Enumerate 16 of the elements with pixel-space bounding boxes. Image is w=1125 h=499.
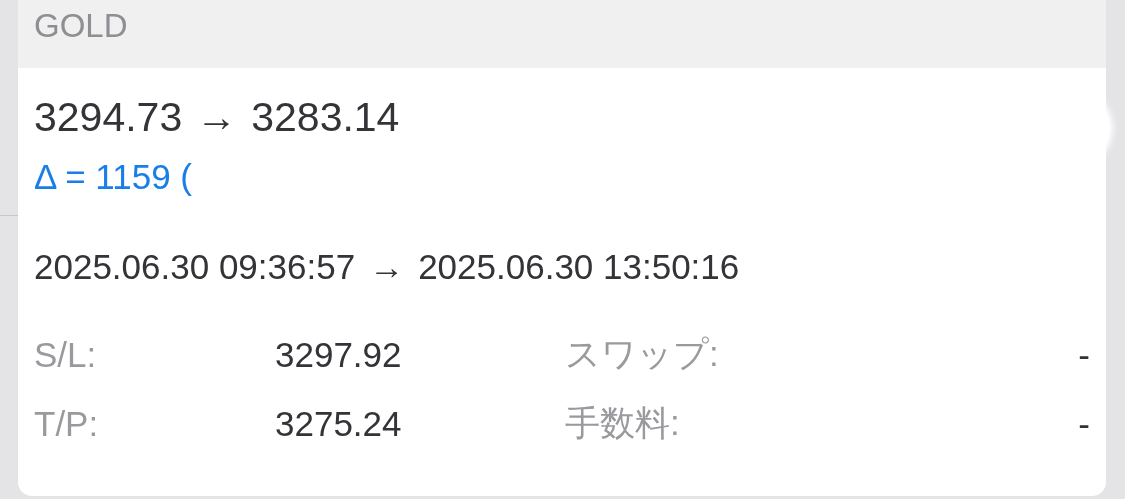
- detail-label: S/L:: [34, 334, 98, 375]
- detail-label: 手数料:: [565, 402, 681, 444]
- open-price: 3294.73: [34, 94, 183, 141]
- close-price: 3283.14: [251, 94, 400, 141]
- detail-value: -: [1078, 403, 1090, 444]
- detail-value: -: [1078, 334, 1090, 375]
- delta-text: Δ = 1159 (: [34, 157, 192, 197]
- close-time: 2025.06.30 13:50:16: [418, 247, 740, 287]
- arrow-text: →: [196, 94, 238, 141]
- detail-label: スワップ:: [565, 333, 720, 375]
- detail-value: 3297.92: [275, 334, 403, 375]
- detail-value: 3275.24: [275, 403, 403, 444]
- symbol-title: GOLD: [34, 7, 128, 45]
- open-time: 2025.06.30 09:36:57: [34, 247, 356, 287]
- arrow-text: →: [369, 247, 405, 287]
- detail-label: T/P:: [34, 403, 100, 444]
